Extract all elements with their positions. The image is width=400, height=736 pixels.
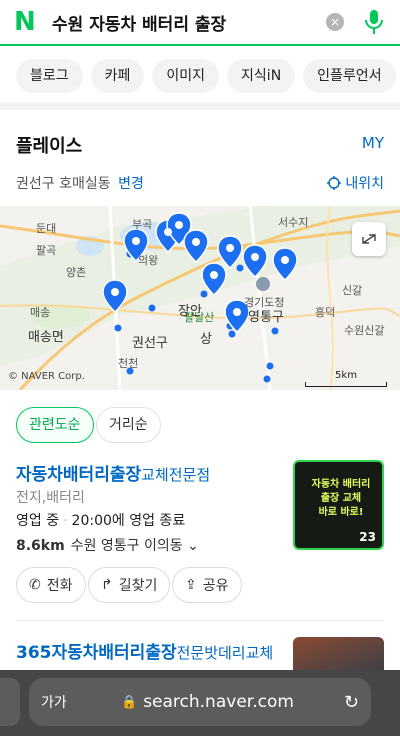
previous-tab[interactable] [0,678,20,726]
map-label-dundae: 둔대 [36,222,57,235]
map-label-yangchon: 양촌 [66,266,87,279]
tab-image[interactable]: 이미지 [152,59,220,93]
text-size-button[interactable]: 가가 [41,692,121,712]
filter-distance[interactable]: 거리순 [96,407,161,443]
photo-count: 23 [359,530,376,544]
naver-logo[interactable]: N [14,7,42,37]
map-label-maesong: 매송 [30,306,51,319]
map-label-heungdeok: 흥덕 [315,306,336,319]
map-label-uiwang: 의왕 [138,254,159,267]
filter-relevance[interactable]: 관련도순 [16,407,94,443]
share-icon: ⇪ [185,577,197,593]
map-label-bugok: 부곡 [132,218,153,231]
tab-kin[interactable]: 지식iN [227,59,296,93]
map-label-suwon-singal: 수원신갈 [344,324,385,337]
expand-icon [362,234,376,244]
result-title[interactable]: 자동차배터리출장교체전문점 [16,460,210,485]
places-map[interactable]: 부곡 서수지 둔대 팔곡 의왕 양촌 매송 매송면 팔달산 경기도청 영통구 신… [0,206,400,390]
my-position-label: 내위치 [345,176,384,192]
search-bar: N 수원 자동차 배터리 출장 × [0,0,400,46]
clear-search-button[interactable]: × [326,13,344,31]
directions-icon: ↱ [101,577,113,593]
address-bar[interactable]: 가가 🔒 search.naver.com ↻ [29,678,371,726]
tab-influencer[interactable]: 인플루언서 [303,59,396,93]
result-address: 수원 영통구 이의동 [70,538,183,554]
location-line: 권선구 호매실동 변경 [16,173,144,193]
map-label-sang: 상 [200,332,212,347]
page: N 수원 자동차 배터리 출장 × 블로그 카페 이미지 지식iN 인플루언서 … [0,0,400,736]
my-link[interactable]: MY [362,134,384,152]
result-title-highlight: 자동차배터리출장 [16,465,142,485]
map-scale: 5km [305,370,387,387]
result-hours: 영업 중 · 20:00에 영업 종료 [16,513,186,529]
map-label-seosuji: 서수지 [278,216,309,229]
map-label-gwonseon: 권선구 [132,336,168,351]
change-location-link[interactable]: 변경 [118,176,144,192]
result2-title-rest: 전문밧데리교체 [176,644,274,662]
my-position-button[interactable]: 내위치 [327,173,384,193]
microphone-icon[interactable] [362,8,386,36]
section-divider [0,102,400,110]
result-category: 전지,배터리 [16,490,85,506]
call-button[interactable]: ✆ 전화 [16,567,86,603]
search-tabs: 블로그 카페 이미지 지식iN 인플루언서 [0,52,400,100]
crosshair-icon [327,176,342,190]
share-label: 공유 [202,578,229,594]
map-label-jangan: 장안 [178,304,202,319]
current-location: 권선구 호매실동 [16,176,111,192]
map-label-palgok: 팔곡 [36,244,57,257]
result2-title-highlight: 365자동차배터리출장 [16,643,177,663]
map-label-maesong-myeon: 매송면 [28,330,64,345]
directions-label: 길찾기 [118,578,158,594]
thumbnail-line: 출장 교체 [320,493,362,504]
tab-blog[interactable]: 블로그 [16,59,83,93]
places-title: 플레이스 [16,136,83,157]
result-distance: 8.6km [16,538,65,554]
result-closing: 20:00에 영업 종료 [71,513,186,529]
phone-icon: ✆ [29,577,41,593]
result-thumbnail[interactable]: 자동차 배터리 출장 교체 바로 바로! 23 [293,460,384,550]
result-title-rest: 교체전문점 [141,466,211,484]
thumbnail-line: 자동차 배터리 [311,479,371,490]
result-status: 영업 중 [16,513,60,529]
call-label: 전화 [46,578,73,594]
map-scale-bar [305,382,387,387]
tab-cafe[interactable]: 카페 [90,59,145,93]
expand-map-button[interactable] [352,222,386,256]
browser-toolbar: 가가 🔒 search.naver.com ↻ [0,670,400,736]
map-copyright: © NAVER Corp. [8,371,85,382]
thumbnail-text: 자동차 배터리 출장 교체 바로 바로! [305,478,377,520]
result-distance-line[interactable]: 8.6km 수원 영통구 이의동 ⌄ [16,535,199,555]
search-query[interactable]: 수원 자동차 배터리 출장 [52,10,326,35]
lock-icon: 🔒 [121,694,138,710]
thumbnail-line: 바로 바로! [318,507,364,518]
map-scale-label: 5km [335,370,357,381]
result-title-2[interactable]: 365자동차배터리출장전문밧데리교체 [16,638,273,663]
reload-icon[interactable]: ↻ [344,692,359,713]
map-canvas [0,206,400,390]
map-label-yeongtong: 영통구 [248,310,284,325]
map-label-singal: 신갈 [342,284,363,297]
result-divider [16,620,384,621]
directions-button[interactable]: ↱ 길찾기 [88,567,171,603]
share-button[interactable]: ⇪ 공유 [172,567,242,603]
map-label-cheoncheon: 천천 [118,357,139,370]
url-text: search.naver.com [143,692,294,712]
chevron-down-icon: ⌄ [187,538,199,554]
